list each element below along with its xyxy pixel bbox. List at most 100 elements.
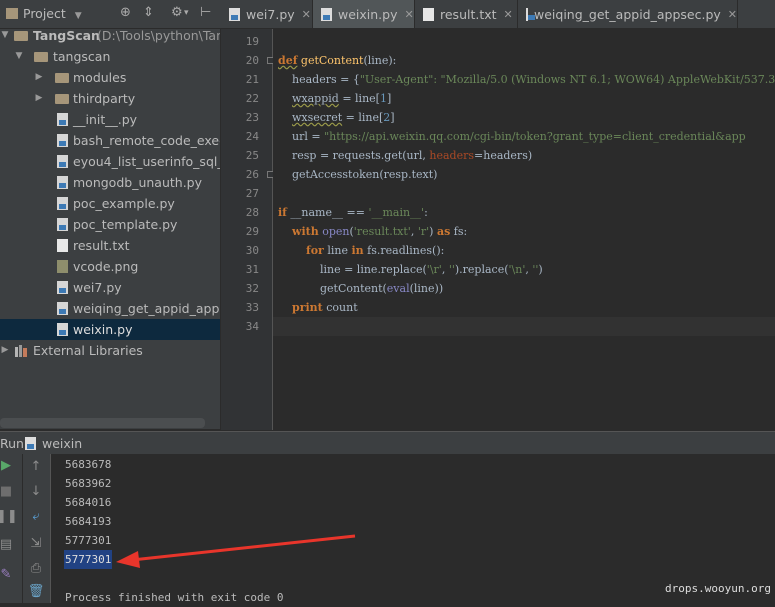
settings-icon[interactable]: ✎ <box>0 567 16 582</box>
run-console[interactable]: 5683678 5683962 5684016 5684193 5777301 … <box>51 454 775 604</box>
collapsed-arrow-icon[interactable]: ▶ <box>34 67 44 88</box>
line-number: 25 <box>245 149 259 162</box>
python-file-icon <box>57 323 68 336</box>
folder-icon <box>55 73 69 83</box>
python-file-icon <box>57 281 68 294</box>
code-line: getContent(eval(line)) <box>319 282 444 295</box>
code-line: getAccesstoken(resp.text) <box>292 168 438 181</box>
code-line: wxappid = line[1] <box>292 92 392 105</box>
tree-item-file-selected[interactable]: weixin.py <box>0 319 220 340</box>
line-number: 29 <box>245 225 259 238</box>
line-number: 20 <box>245 54 259 67</box>
line-number: 23 <box>245 111 259 124</box>
tab-weixin[interactable]: weixin.py ✕ <box>313 0 415 28</box>
tree-item-file[interactable]: __init__.py <box>0 109 220 130</box>
tree-root[interactable]: ▼ TangScan (D:\Tools\python\Tang <box>0 29 220 46</box>
rerun-icon[interactable]: ▶ <box>0 458 16 473</box>
expand-arrow-icon[interactable]: ▼ <box>0 29 10 46</box>
line-number: 24 <box>245 130 259 143</box>
line-number: 34 <box>245 320 259 333</box>
tree-item-file[interactable]: weiqing_get_appid_appse <box>0 298 220 319</box>
tree-item-file[interactable]: poc_example.py <box>0 193 220 214</box>
tab-weiqing[interactable]: weiqing_get_appid_appsec.py ✕ <box>518 0 738 28</box>
line-number: 28 <box>245 206 259 219</box>
code-line: line = line.replace('\r', '').replace('\… <box>319 263 543 276</box>
project-panel-title[interactable]: Project ▼ <box>6 6 82 21</box>
project-tree: ▼ TangScan (D:\Tools\python\Tang ▼ tangs… <box>0 29 220 429</box>
folder-icon <box>34 52 48 62</box>
code-line: print count <box>292 301 358 314</box>
library-icon <box>15 345 27 357</box>
pause-icon[interactable]: ❚❚ <box>0 509 18 524</box>
tree-item-file[interactable]: vcode.png <box>0 256 220 277</box>
tree-external-libraries[interactable]: ▶ External Libraries <box>0 340 220 361</box>
line-number: 21 <box>245 73 259 86</box>
python-file-icon <box>25 437 36 450</box>
line-number: 33 <box>245 301 259 314</box>
gear-icon[interactable]: ⚙ <box>171 5 183 20</box>
close-tab-icon[interactable]: ✕ <box>405 8 414 21</box>
tree-item-file[interactable]: wei7.py <box>0 277 220 298</box>
collapse-all-icon[interactable]: ⇕ <box>143 5 154 20</box>
expand-arrow-icon[interactable]: ▼ <box>14 46 24 67</box>
run-config[interactable]: weixin <box>25 436 82 451</box>
stop-icon[interactable]: ■ <box>0 484 16 499</box>
console-line: 5683678 <box>65 458 112 471</box>
tree-item-file[interactable]: mongodb_unauth.py <box>0 172 220 193</box>
python-file-icon <box>321 7 332 21</box>
tree-item-file[interactable]: result.txt <box>0 235 220 256</box>
project-panel-header: Project ▼ ⊕ ⇕ ⚙ ▾ ⊢ <box>0 0 221 29</box>
console-line: 5684193 <box>65 515 112 528</box>
code-line: wxsecret = line[2] <box>292 111 395 124</box>
annotation-arrow-icon <box>116 534 356 568</box>
dropdown-chevron-icon: ▼ <box>74 11 82 21</box>
close-tab-icon[interactable]: ✕ <box>302 8 311 21</box>
run-toolbar-left: ▶ ■ ❚❚ ▤ ✎ <box>0 454 23 603</box>
tree-package[interactable]: ▼ tangscan <box>0 46 220 67</box>
gear-dropdown-icon[interactable]: ▾ <box>184 8 189 18</box>
print-icon[interactable]: ⎙ <box>26 561 46 576</box>
dump-threads-icon[interactable]: ▤ <box>0 537 16 552</box>
locate-icon[interactable]: ⊕ <box>120 5 131 20</box>
close-tab-icon[interactable]: ✕ <box>728 8 737 21</box>
python-file-icon <box>57 176 68 189</box>
editor-gutter: 19 20 21 22 23 24 25 26 27 28 29 30 31 3… <box>221 29 274 430</box>
line-number: 19 <box>245 35 259 48</box>
tree-item-file[interactable]: eyou4_list_userinfo_sql_inj <box>0 151 220 172</box>
scroll-down-icon[interactable]: ↓ <box>26 484 46 499</box>
trash-icon[interactable]: 🗑 <box>26 584 46 599</box>
hide-panel-icon[interactable]: ⊢ <box>200 5 211 20</box>
python-file-icon <box>57 134 68 147</box>
tab-result[interactable]: result.txt ✕ <box>415 0 518 28</box>
console-line: 5684016 <box>65 496 112 509</box>
console-line: 5777301 <box>65 534 112 547</box>
scroll-up-icon[interactable]: ↑ <box>26 459 46 474</box>
project-icon <box>6 8 18 19</box>
code-line: headers = {"User-Agent": "Mozilla/5.0 (W… <box>292 73 775 86</box>
collapsed-arrow-icon[interactable]: ▶ <box>0 340 10 361</box>
code-line: with open('result.txt', 'r') as fs: <box>292 225 468 238</box>
line-number: 30 <box>245 244 259 257</box>
tree-item-folder[interactable]: ▶ thirdparty <box>0 88 220 109</box>
scroll-to-end-icon[interactable]: ⇲ <box>26 536 46 551</box>
tab-wei7[interactable]: wei7.py ✕ <box>221 0 313 28</box>
tree-horizontal-scrollbar[interactable] <box>0 418 205 428</box>
console-line: 5683962 <box>65 477 112 490</box>
tree-item-file[interactable]: bash_remote_code_execu <box>0 130 220 151</box>
python-file-icon <box>526 7 535 21</box>
close-tab-icon[interactable]: ✕ <box>504 8 513 21</box>
code-line: def getContent(line): <box>278 54 397 67</box>
code-line: resp = requests.get(url, headers=headers… <box>292 149 533 162</box>
image-file-icon <box>57 260 68 273</box>
python-file-icon <box>57 155 68 168</box>
tree-item-file[interactable]: poc_template.py <box>0 214 220 235</box>
run-toolbar-right: ↑ ↓ ⤶ ⇲ ⎙ 🗑 <box>23 454 51 603</box>
current-line-highlight <box>273 317 775 336</box>
line-number: 31 <box>245 263 259 276</box>
soft-wrap-icon[interactable]: ⤶ <box>26 509 46 524</box>
tree-item-folder[interactable]: ▶ modules <box>0 67 220 88</box>
collapsed-arrow-icon[interactable]: ▶ <box>34 88 44 109</box>
text-file-icon <box>57 239 68 252</box>
folder-icon <box>14 31 28 41</box>
code-editor[interactable]: def getContent(line): headers = {"User-A… <box>273 29 775 430</box>
